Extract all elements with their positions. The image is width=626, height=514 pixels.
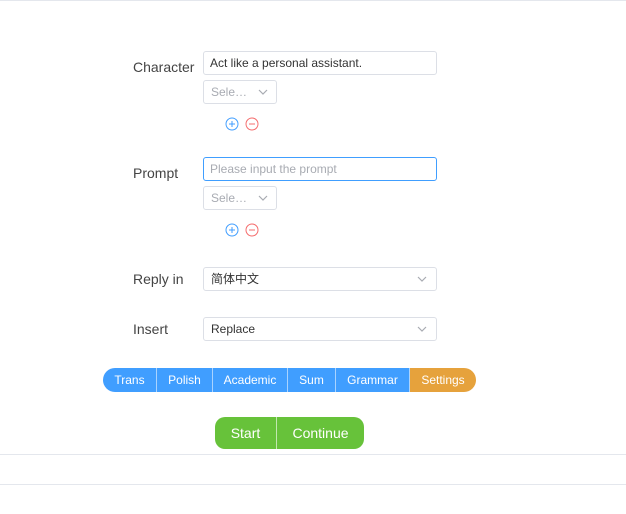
prompt-label: Prompt: [133, 165, 179, 181]
add-character-button[interactable]: [225, 117, 239, 131]
prompt-preset-placeholder: Sele…: [211, 191, 248, 205]
prompt-input[interactable]: [203, 157, 437, 181]
top-divider: [0, 0, 626, 1]
sum-button[interactable]: Sum: [288, 368, 336, 392]
settings-button[interactable]: Settings: [410, 368, 476, 392]
remove-character-button[interactable]: [245, 117, 259, 131]
reply-in-label: Reply in: [133, 271, 184, 287]
academic-button[interactable]: Academic: [213, 368, 288, 392]
add-prompt-button[interactable]: [225, 223, 239, 237]
character-preset-select[interactable]: Sele…: [203, 80, 277, 104]
reply-language-select[interactable]: 简体中文: [203, 267, 437, 291]
action-button-group: Start Continue: [215, 417, 364, 449]
character-label: Character: [133, 59, 195, 75]
chevron-down-icon: [258, 89, 268, 95]
mode-button-group: Trans Polish Academic Sum Grammar Settin…: [103, 368, 476, 392]
start-button[interactable]: Start: [215, 417, 277, 449]
grammar-button[interactable]: Grammar: [336, 368, 410, 392]
bottom-divider-lower: [0, 484, 626, 485]
chevron-down-icon: [417, 326, 427, 332]
bottom-divider-upper: [0, 454, 626, 455]
insert-mode-value: Replace: [211, 322, 256, 336]
character-input[interactable]: [203, 51, 437, 75]
prompt-preset-select[interactable]: Sele…: [203, 186, 277, 210]
remove-prompt-button[interactable]: [245, 223, 259, 237]
trans-button[interactable]: Trans: [103, 368, 157, 392]
reply-language-value: 简体中文: [211, 272, 260, 286]
chevron-down-icon: [258, 195, 268, 201]
polish-button[interactable]: Polish: [157, 368, 213, 392]
character-preset-placeholder: Sele…: [211, 85, 248, 99]
insert-mode-select[interactable]: Replace: [203, 317, 437, 341]
insert-label: Insert: [133, 321, 169, 337]
continue-button[interactable]: Continue: [277, 417, 364, 449]
chevron-down-icon: [417, 276, 427, 282]
